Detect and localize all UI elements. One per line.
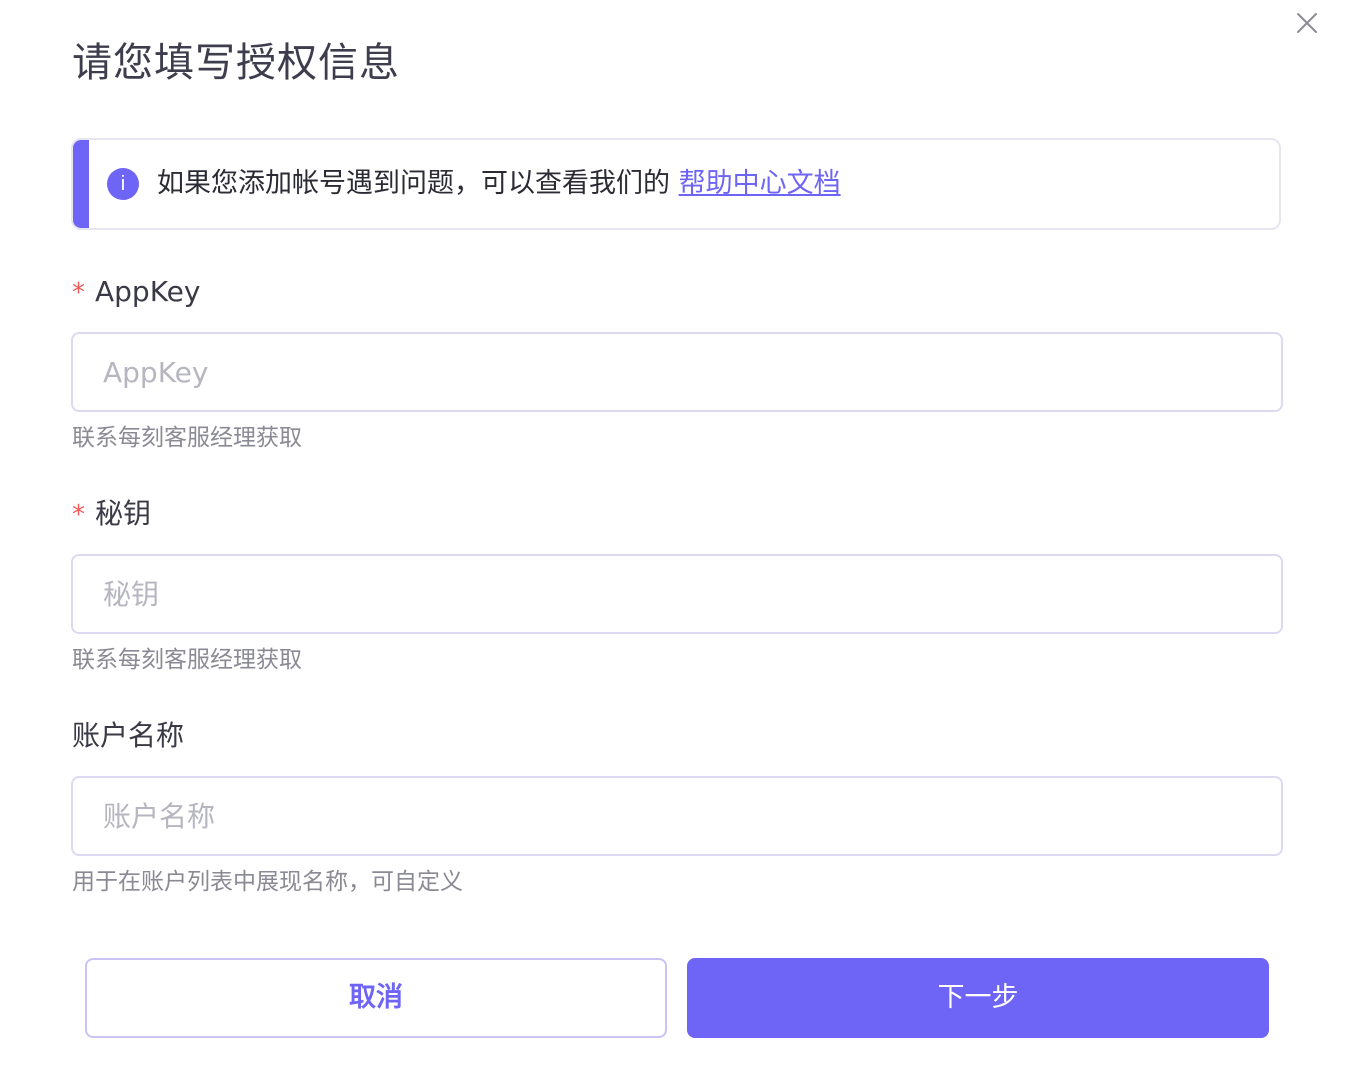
account-name-hint: 用于在账户列表中展现名称，可自定义 xyxy=(72,869,463,895)
account-name-label: 账户名称 xyxy=(72,716,184,756)
help-center-link[interactable]: 帮助中心文档 xyxy=(679,168,841,199)
cancel-button[interactable]: 取消 xyxy=(85,958,667,1038)
secret-input[interactable] xyxy=(71,554,1283,634)
authorization-dialog: 请您填写授权信息 i 如果您添加帐号遇到问题，可以查看我们的 帮助中心文档 * A… xyxy=(0,0,1348,1076)
next-step-button[interactable]: 下一步 xyxy=(687,958,1269,1038)
help-notice: i 如果您添加帐号遇到问题，可以查看我们的 帮助中心文档 xyxy=(71,138,1281,230)
appkey-label-text: AppKey xyxy=(95,275,201,308)
account-name-label-text: 账户名称 xyxy=(72,719,185,752)
notice-accent-bar xyxy=(73,140,89,228)
appkey-input[interactable] xyxy=(71,332,1283,412)
info-icon: i xyxy=(107,168,139,200)
required-mark: * xyxy=(72,278,85,308)
required-mark: * xyxy=(72,500,85,530)
account-name-input[interactable] xyxy=(71,776,1283,856)
notice-message: 如果您添加帐号遇到问题，可以查看我们的 xyxy=(157,168,679,199)
close-icon[interactable] xyxy=(1292,8,1322,38)
secret-hint: 联系每刻客服经理获取 xyxy=(72,647,302,673)
secret-label-text: 秘钥 xyxy=(95,497,152,530)
dialog-title: 请您填写授权信息 xyxy=(72,40,400,86)
appkey-hint: 联系每刻客服经理获取 xyxy=(72,425,302,451)
notice-text: 如果您添加帐号遇到问题，可以查看我们的 帮助中心文档 xyxy=(157,166,841,202)
appkey-label: * AppKey xyxy=(72,272,200,313)
secret-label: * 秘钥 xyxy=(72,494,151,535)
